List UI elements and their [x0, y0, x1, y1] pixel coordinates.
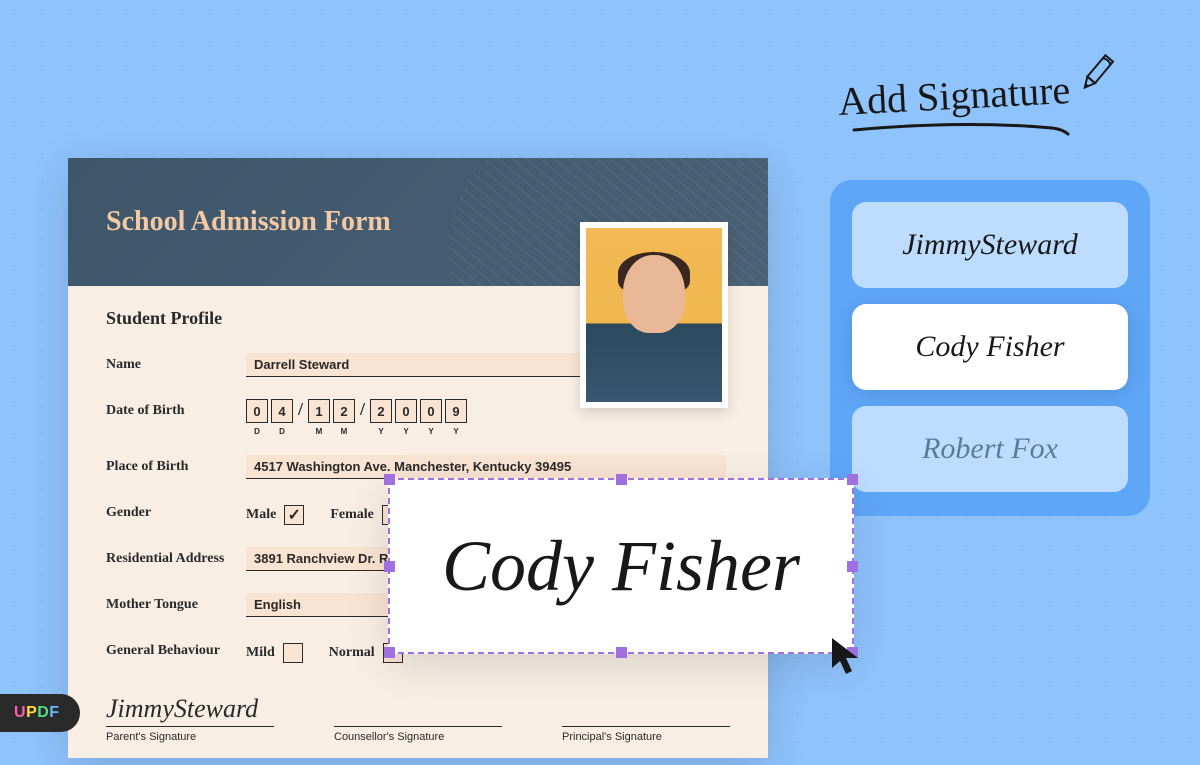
parent-signature-value: JimmySteward — [106, 694, 258, 724]
signature-option-2[interactable]: Cody Fisher — [852, 304, 1128, 390]
resize-handle-ml[interactable] — [384, 561, 395, 572]
behaviour-mild-label: Mild — [246, 645, 275, 661]
resize-handle-tm[interactable] — [616, 474, 627, 485]
cursor-arrow-icon — [830, 636, 864, 678]
dob-y2[interactable]: 0Y — [395, 399, 417, 423]
label-name: Name — [106, 357, 246, 377]
resize-handle-bm[interactable] — [616, 647, 627, 658]
signature-drag-text: Cody Fisher — [442, 525, 800, 608]
gender-male-checkbox[interactable] — [284, 505, 304, 525]
dob-d2[interactable]: 4D — [271, 399, 293, 423]
dob-y3[interactable]: 0Y — [420, 399, 442, 423]
student-photo — [580, 222, 728, 408]
signature-row: JimmySteward Parent's Signature Counsell… — [106, 691, 730, 743]
logo-letter-d: D — [37, 704, 49, 721]
principal-signature-caption: Principal's Signature — [562, 731, 730, 743]
logo-letter-f: F — [49, 704, 59, 721]
logo-letter-p: P — [26, 704, 37, 721]
parent-signature-caption: Parent's Signature — [106, 731, 274, 743]
signature-option-1[interactable]: JimmySteward — [852, 202, 1128, 288]
resize-handle-mr[interactable] — [847, 561, 858, 572]
label-address: Residential Address — [106, 551, 246, 571]
label-dob: Date of Birth — [106, 403, 246, 423]
updf-logo-badge: UPDF — [0, 694, 80, 732]
counsellor-signature-block[interactable]: Counsellor's Signature — [334, 691, 502, 743]
pencil-icon — [1072, 48, 1122, 98]
label-pob: Place of Birth — [106, 459, 246, 479]
signature-panel: JimmySteward Cody Fisher Robert Fox — [830, 180, 1150, 516]
logo-letter-u: U — [14, 704, 26, 721]
dob-y4[interactable]: 9Y — [445, 399, 467, 423]
dob-m1[interactable]: 1M — [308, 399, 330, 423]
admission-form-document: School Admission Form Student Profile Na… — [68, 158, 768, 758]
signature-drag-box[interactable]: Cody Fisher — [388, 478, 854, 654]
counsellor-signature-caption: Counsellor's Signature — [334, 731, 502, 743]
label-gender: Gender — [106, 505, 246, 525]
parent-signature-block[interactable]: JimmySteward Parent's Signature — [106, 691, 274, 743]
resize-handle-tr[interactable] — [847, 474, 858, 485]
gender-female-label: Female — [330, 507, 374, 523]
gender-male-label: Male — [246, 507, 276, 523]
add-signature-heading: Add Signature — [837, 66, 1071, 125]
value-name[interactable]: Darrell Steward — [246, 353, 606, 377]
field-pob: Place of Birth 4517 Washington Ave. Manc… — [106, 449, 730, 479]
label-tongue: Mother Tongue — [106, 597, 246, 617]
resize-handle-tl[interactable] — [384, 474, 395, 485]
behaviour-mild-checkbox[interactable] — [283, 643, 303, 663]
dob-m2[interactable]: 2M — [333, 399, 355, 423]
behaviour-normal-label: Normal — [329, 645, 375, 661]
signature-option-3[interactable]: Robert Fox — [852, 406, 1128, 492]
underline-flourish-icon — [852, 122, 1072, 136]
label-behaviour: General Behaviour — [106, 643, 246, 663]
resize-handle-bl[interactable] — [384, 647, 395, 658]
value-pob[interactable]: 4517 Washington Ave. Manchester, Kentuck… — [246, 455, 726, 479]
dob-y1[interactable]: 2Y — [370, 399, 392, 423]
principal-signature-block[interactable]: Principal's Signature — [562, 691, 730, 743]
dob-d1[interactable]: 0D — [246, 399, 268, 423]
dob-boxes[interactable]: 0D 4D / 1M 2M / 2Y 0Y 0Y 9Y — [246, 399, 467, 423]
